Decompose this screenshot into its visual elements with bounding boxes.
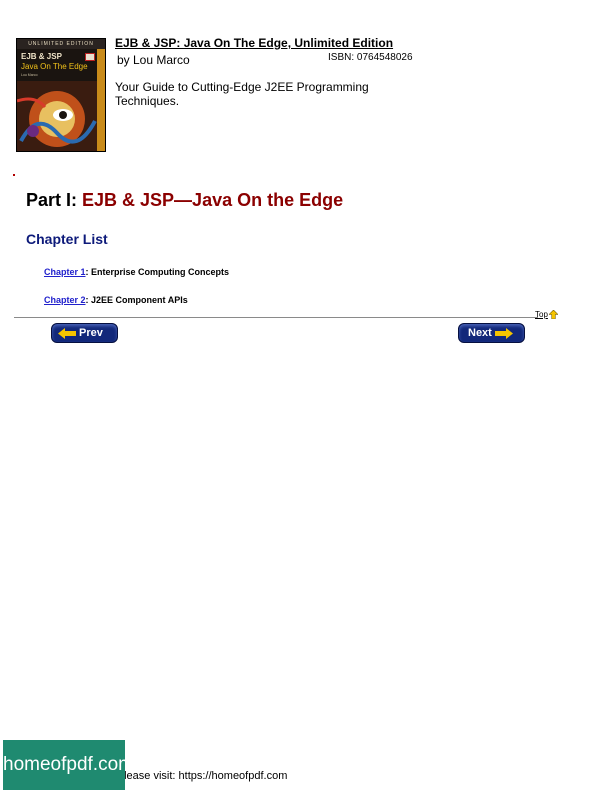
arrow-up-icon bbox=[548, 310, 558, 319]
cover-title-line1: EJB & JSP bbox=[21, 52, 62, 61]
arrow-left-icon bbox=[58, 328, 76, 339]
watermark-logo: homeofpdf.com bbox=[3, 740, 134, 790]
part-prefix: Part I: bbox=[26, 190, 83, 210]
anchor-marker bbox=[13, 174, 15, 176]
cover-author-line: Lou Marco bbox=[21, 73, 38, 77]
list-item: Chapter 2: J2EE Component APIs bbox=[44, 295, 188, 305]
chapter-2-title: : J2EE Component APIs bbox=[85, 295, 188, 305]
next-button[interactable]: Next bbox=[458, 323, 525, 343]
arrow-right-icon bbox=[494, 328, 513, 339]
chapter-list-heading: Chapter List bbox=[26, 231, 108, 247]
chapter-1-title: : Enterprise Computing Concepts bbox=[85, 267, 230, 277]
footer-text: please visit: https://homeofpdf.com bbox=[118, 770, 288, 782]
divider bbox=[14, 317, 538, 318]
next-button-label: Next bbox=[468, 327, 492, 339]
book-cover-image: UNLIMITED EDITION EJB & JSP Java On The … bbox=[16, 38, 106, 152]
chapter-1-link[interactable]: Chapter 1 bbox=[44, 267, 86, 277]
cover-spine bbox=[97, 49, 105, 151]
prev-button[interactable]: Prev bbox=[51, 323, 118, 343]
list-item: Chapter 1: Enterprise Computing Concepts bbox=[44, 267, 229, 277]
top-link-label: Top bbox=[535, 310, 548, 319]
part-name: EJB & JSP—Java On the Edge bbox=[82, 190, 344, 210]
book-title[interactable]: EJB & JSP: Java On The Edge, Unlimited E… bbox=[115, 36, 393, 50]
book-isbn: ISBN: 0764548026 bbox=[328, 52, 413, 63]
cover-artwork-icon bbox=[17, 81, 97, 151]
prev-button-label: Prev bbox=[79, 327, 103, 339]
top-link[interactable]: Top bbox=[535, 310, 558, 319]
cover-edition-band: UNLIMITED EDITION bbox=[17, 39, 105, 49]
cover-title-line2: Java On The Edge bbox=[21, 62, 88, 71]
book-author: by Lou Marco bbox=[117, 53, 190, 67]
book-description: Your Guide to Cutting-Edge J2EE Programm… bbox=[115, 80, 369, 108]
publisher-logo-icon bbox=[85, 53, 95, 61]
page-title: Part I: EJB & JSP—Java On the Edge bbox=[26, 190, 343, 211]
chapter-2-link[interactable]: Chapter 2 bbox=[44, 295, 86, 305]
